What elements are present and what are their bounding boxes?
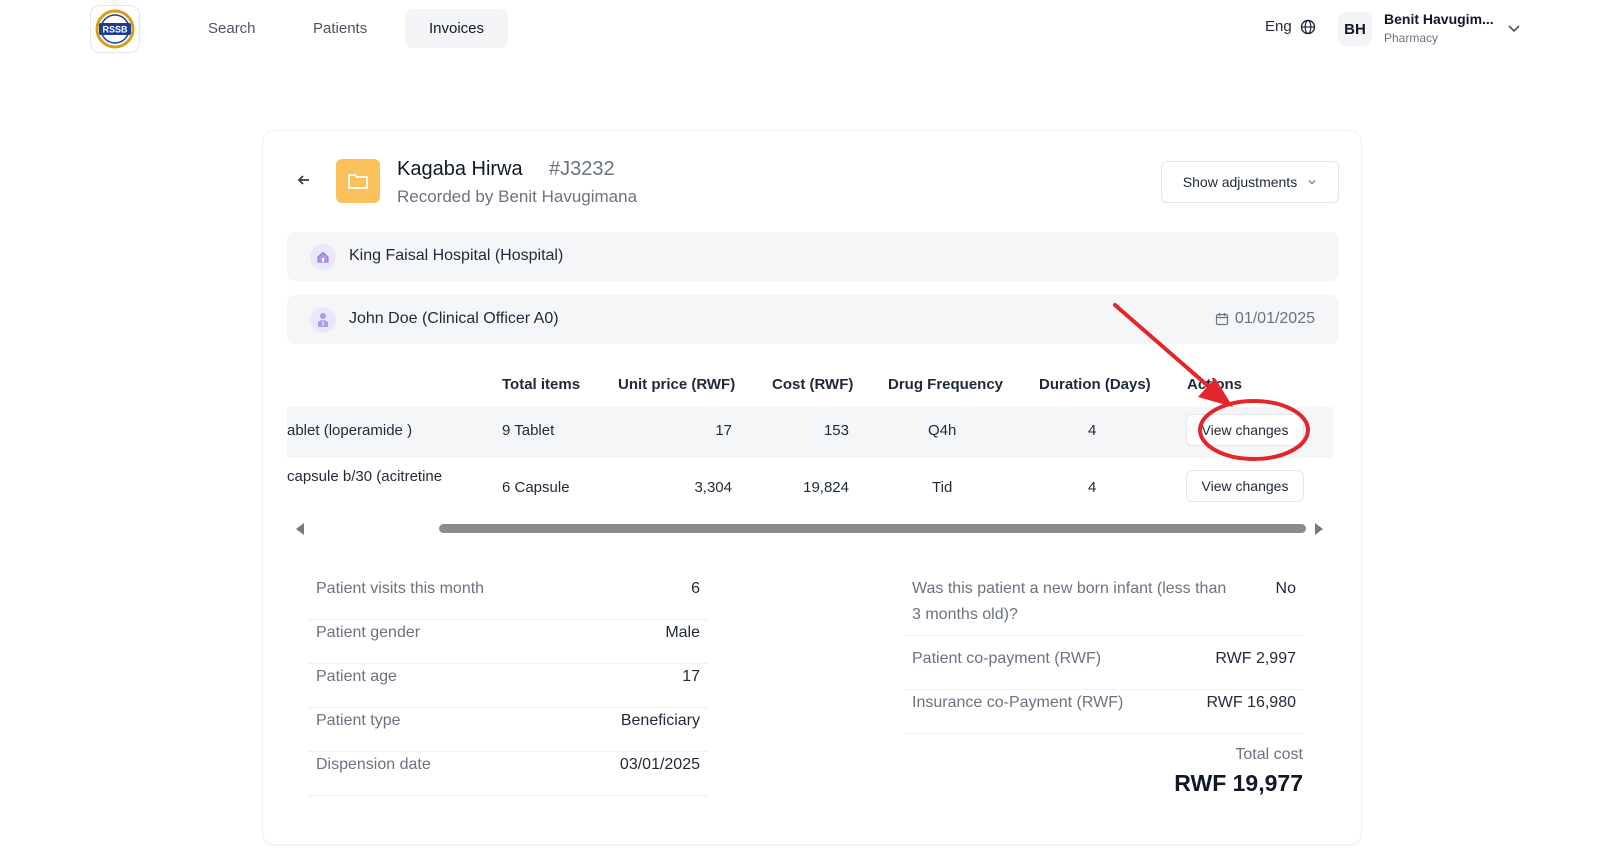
top-navigation: RSSB Search Patients Invoices Eng BH Ben… (0, 0, 1615, 58)
duration: 4 (1088, 479, 1097, 496)
summary-label: Insurance co-Payment (RWF) (912, 694, 1124, 711)
summary-value: 17 (682, 668, 700, 685)
summary-row: Patient visits this month 6 (308, 576, 708, 620)
recorded-by: Recorded by Benit Havugimana (397, 187, 638, 206)
total-items: 6 Capsule (502, 479, 570, 496)
nav-invoices[interactable]: Invoices (405, 9, 509, 48)
drug-name: ablet (loperamide ) (287, 422, 413, 439)
prescriber-row: John Doe (Clinical Officer A0) 01/01/202… (287, 295, 1339, 344)
view-changes-button[interactable]: View changes (1186, 414, 1304, 446)
nav-patients-label: Patients (313, 20, 368, 37)
user-avatar[interactable]: BH (1338, 12, 1372, 46)
column-header-actions: Actions (1187, 376, 1243, 393)
cost: 19,824 (803, 479, 849, 496)
drug-name: capsule b/30 (acitretine (287, 468, 443, 485)
nav-search-label: Search (208, 20, 256, 37)
view-changes-label: View changes (1201, 478, 1289, 494)
view-changes-button[interactable]: View changes (1186, 470, 1304, 502)
summary-value: Male (665, 624, 700, 641)
summary-row: Dispension date 03/01/2025 (308, 752, 708, 796)
chevron-down-icon[interactable] (1506, 20, 1522, 36)
folder-icon (348, 174, 368, 189)
chevron-down-icon (1308, 180, 1316, 185)
summary-value: 6 (691, 580, 700, 597)
summary-row: Patient type Beneficiary (308, 708, 708, 752)
column-header-drug-frequency: Drug Frequency (888, 376, 1004, 393)
drug-frequency: Q4h (928, 422, 957, 439)
rssb-logo-icon: RSSB (95, 9, 135, 49)
user-role: Pharmacy (1384, 31, 1439, 45)
summary-value: 03/01/2025 (619, 756, 700, 773)
summary-value: RWF 2,997 (1215, 650, 1296, 667)
user-initials: BH (1344, 20, 1366, 38)
drug-frequency: Tid (932, 479, 953, 496)
summary-value: RWF 16,980 (1206, 694, 1296, 711)
nav-invoices-label: Invoices (429, 20, 485, 37)
unit-price: 17 (715, 422, 732, 439)
calendar-icon (1215, 313, 1229, 326)
prescriber-name: John Doe (Clinical Officer A0) (349, 310, 559, 327)
rssb-logo[interactable]: RSSB (90, 5, 140, 53)
globe-icon (1300, 19, 1315, 34)
summary-row: Patient gender Male (308, 620, 708, 664)
summary-value: Beneficiary (620, 712, 700, 729)
summary-label: Dispension date (316, 756, 431, 773)
summary-row: Was this patient a new born infant (less… (904, 576, 1304, 636)
summary-row: Insurance co-Payment (RWF) RWF 16,980 (904, 690, 1304, 734)
logo-text: RSSB (102, 25, 128, 35)
summary-label: Patient age (316, 668, 397, 685)
date-text: 01/01/2025 (1234, 310, 1315, 327)
prescription-date: 01/01/2025 (1215, 310, 1315, 328)
scroll-left-arrow[interactable] (296, 523, 304, 535)
scroll-right-arrow[interactable] (1315, 523, 1323, 535)
column-header-duration: Duration (Days) (1039, 376, 1151, 393)
summary-row: Patient co-payment (RWF) RWF 2,997 (904, 646, 1304, 690)
column-header-cost: Cost (RWF) (772, 376, 854, 393)
total-items: 9 Tablet (502, 422, 555, 439)
nav-patients[interactable]: Patients (289, 9, 391, 48)
column-header-total-items: Total items (502, 376, 581, 393)
language-selector[interactable]: Eng (1265, 18, 1316, 35)
cost: 153 (823, 422, 849, 439)
summary-label: Patient gender (316, 624, 421, 641)
column-header-unit-price: Unit price (RWF) (618, 376, 736, 393)
patient-name: Kagaba Hirwa (397, 158, 523, 180)
arrow-left-icon[interactable] (294, 170, 314, 190)
hospital-name: King Faisal Hospital (Hospital) (349, 247, 564, 264)
duration: 4 (1088, 422, 1097, 439)
doctor-icon (310, 307, 336, 333)
hospital-icon (310, 244, 336, 270)
user-name[interactable]: Benit Havugim... (1384, 11, 1494, 27)
scrollbar-thumb[interactable] (439, 524, 1306, 533)
summary-value: No (1275, 580, 1296, 597)
unit-price: 3,304 (694, 479, 732, 496)
total-cost-label: Total cost (1235, 746, 1303, 763)
summary-label: Patient visits this month (316, 580, 485, 597)
summary-label: Patient type (316, 712, 401, 729)
folder-badge (336, 159, 380, 203)
summary-label: Patient co-payment (RWF) (912, 650, 1102, 667)
table-row (287, 407, 1333, 458)
show-adjustments-label: Show adjustments (1182, 174, 1298, 190)
view-changes-label: View changes (1201, 422, 1289, 438)
nav-search[interactable]: Search (184, 9, 280, 48)
show-adjustments-button[interactable]: Show adjustments (1161, 161, 1339, 203)
summary-row: Patient age 17 (308, 664, 708, 708)
invoice-number: #J3232 (549, 158, 615, 180)
language-label: Eng (1265, 18, 1292, 35)
summary-label: Was this patient a new born infant (less… (912, 580, 1227, 623)
total-cost-value: RWF 19,977 (1174, 770, 1303, 796)
hospital-row: King Faisal Hospital (Hospital) (287, 232, 1339, 281)
